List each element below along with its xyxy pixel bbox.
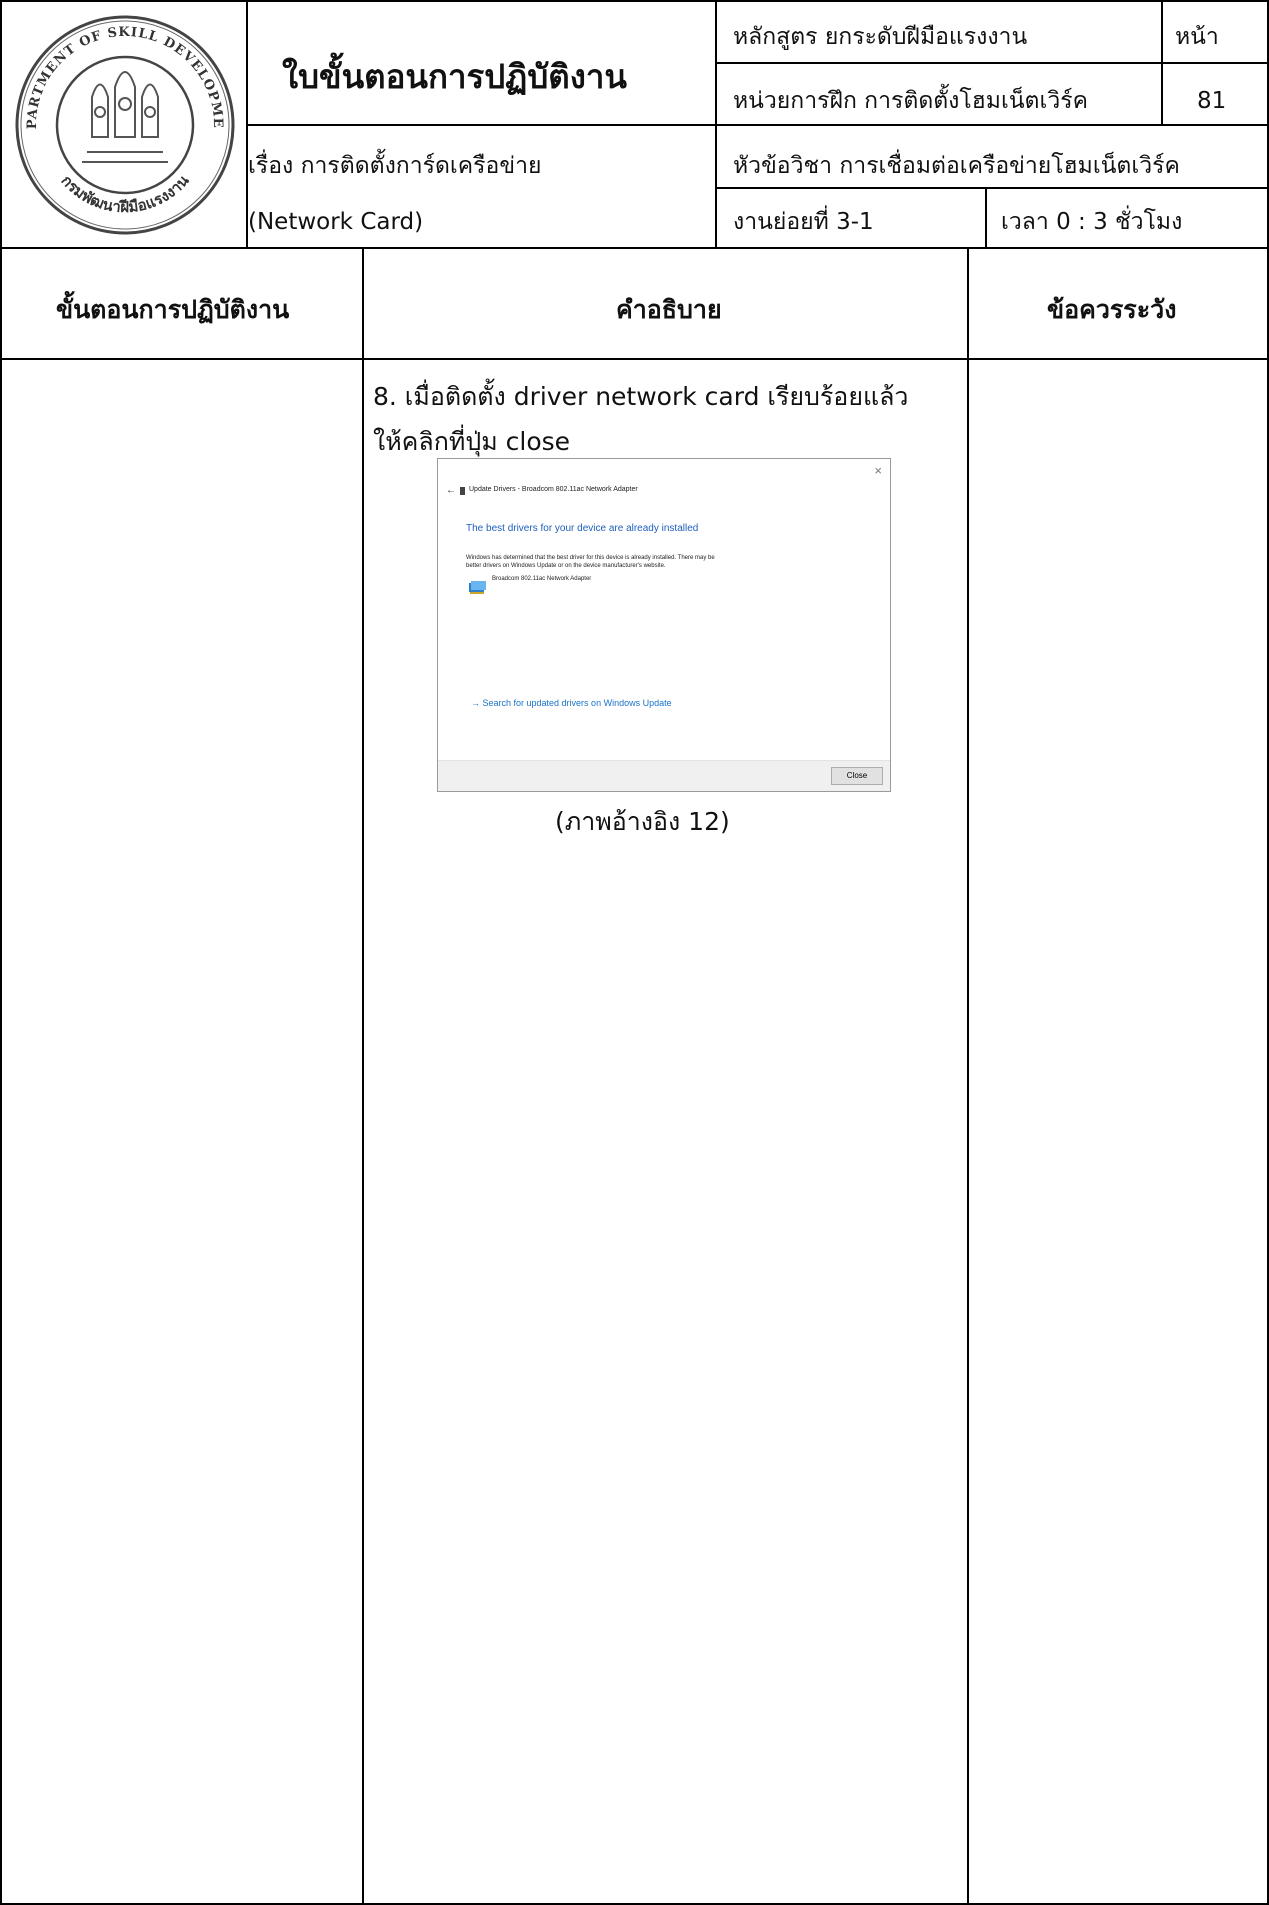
dialog-footer: Close — [438, 760, 890, 791]
column-header-steps: ขั้นตอนการปฏิบัติงาน — [56, 295, 290, 324]
back-arrow-icon[interactable]: ← — [446, 485, 456, 498]
topic-line-2: (Network Card) — [248, 209, 424, 235]
page-number: 81 — [1197, 88, 1227, 114]
info-rule-3 — [715, 187, 1268, 189]
caution-col-divider — [967, 248, 969, 1905]
emblem-text-top: DEPARTMENT OF SKILL DEVELOPMENT — [12, 12, 224, 129]
title-rule — [246, 124, 716, 126]
column-header-description: คำอธิบาย — [616, 295, 722, 324]
dialog-title: Update Drivers - Broadcom 802.11ac Netwo… — [469, 486, 638, 493]
time-col-divider — [985, 187, 987, 248]
steps-col-divider — [362, 248, 364, 1905]
windows-update-link[interactable]: → Search for updated drivers on Windows … — [471, 698, 672, 709]
table-border-top — [0, 0, 1269, 2]
dialog-close-icon[interactable]: × — [874, 463, 882, 479]
device-name: Broadcom 802.11ac Network Adapter — [492, 576, 592, 582]
department-emblem-logo: DEPARTMENT OF SKILL DEVELOPMENT กรมพัฒนา… — [12, 12, 235, 235]
document-title: ใบขั้นตอนการปฏิบัติงาน — [282, 57, 627, 96]
unit-label: หน่วยการฝึก การติดตั้งโฮมเน็ตเวิร์ค — [733, 88, 1089, 114]
network-adapter-icon — [469, 581, 487, 595]
dialog-body-line-2: better drivers on Windows Update or on t… — [466, 563, 666, 569]
dialog-body-line-1: Windows has determined that the best dri… — [466, 555, 715, 561]
time-label: เวลา 0 : 3 ชั่วโมง — [1001, 209, 1183, 235]
subject-label: หัวข้อวิชา การเชื่อมต่อเครือข่ายโฮมเน็ตเ… — [733, 153, 1180, 179]
column-header-rule — [0, 358, 1269, 360]
step-text-line-2: ให้คลิกที่ปุ่ม close — [373, 427, 571, 456]
dialog-heading: The best drivers for your device are alr… — [466, 523, 699, 534]
column-header-caution: ข้อควรระวัง — [1047, 295, 1177, 324]
page-label: หน้า — [1175, 24, 1219, 50]
close-button[interactable]: Close — [831, 767, 883, 785]
update-drivers-dialog-screenshot: × ← Update Drivers - Broadcom 802.11ac N… — [437, 458, 891, 792]
info-rule-1 — [715, 62, 1268, 64]
step-text-line-1: 8. เมื่อติดตั้ง driver network card เรีย… — [373, 382, 909, 411]
header-bottom-rule — [0, 247, 1269, 249]
device-small-icon — [460, 487, 465, 495]
info-rule-2 — [715, 124, 1268, 126]
figure-caption: (ภาพอ้างอิง 12) — [555, 807, 730, 836]
subtask-label: งานย่อยที่ 3-1 — [733, 209, 874, 235]
svg-text:DEPARTMENT OF SKILL DEVELOPMEN: DEPARTMENT OF SKILL DEVELOPMENT — [12, 12, 225, 129]
course-label: หลักสูตร ยกระดับฝีมือแรงงาน — [733, 24, 1028, 50]
topic-line-1: เรื่อง การติดตั้งการ์ดเครือข่าย — [248, 153, 542, 179]
table-border-left — [0, 0, 2, 1905]
